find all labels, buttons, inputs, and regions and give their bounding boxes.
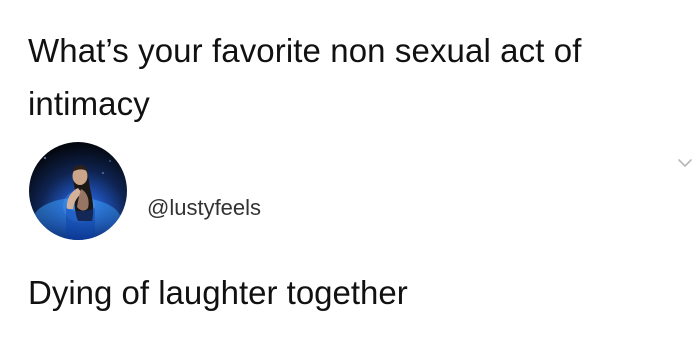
post-question-text: What’s your favorite non sexual act of i…	[28, 32, 582, 122]
post-card: What’s your favorite non sexual act of i…	[0, 0, 700, 359]
chevron-down-icon[interactable]	[677, 155, 693, 171]
reply-handle[interactable]: @lustyfeels	[147, 194, 261, 222]
reply-text: Dying of laughter together	[28, 274, 408, 311]
avatar[interactable]	[29, 142, 127, 240]
